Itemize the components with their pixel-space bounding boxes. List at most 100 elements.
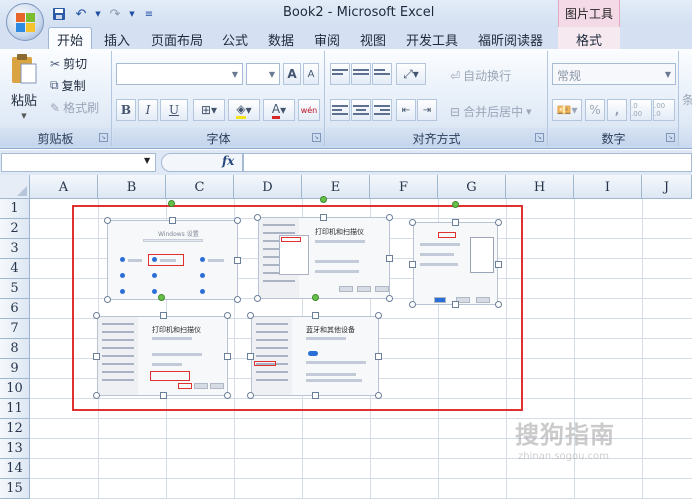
underline-button[interactable]: U bbox=[160, 99, 188, 121]
office-button[interactable] bbox=[6, 3, 44, 41]
resize-handle[interactable] bbox=[247, 312, 254, 319]
tab-developer[interactable]: 开发工具 bbox=[406, 30, 458, 49]
resize-handle[interactable] bbox=[254, 295, 261, 302]
resize-handle[interactable] bbox=[247, 353, 254, 360]
column-header-j[interactable]: J bbox=[642, 175, 692, 199]
accounting-format-button[interactable]: 💴▾ bbox=[552, 99, 582, 121]
row-header-4[interactable]: 4 bbox=[0, 259, 30, 279]
resize-handle[interactable] bbox=[104, 296, 111, 303]
resize-handle[interactable] bbox=[452, 301, 459, 308]
percent-style-button[interactable]: % bbox=[585, 99, 605, 121]
font-name-select[interactable]: ▼ bbox=[116, 63, 243, 85]
align-middle-button[interactable] bbox=[351, 63, 371, 85]
column-header-h[interactable]: H bbox=[506, 175, 574, 199]
row-header-15[interactable]: 15 bbox=[0, 479, 30, 499]
tab-insert[interactable]: 插入 bbox=[104, 30, 130, 49]
align-bottom-button[interactable] bbox=[372, 63, 392, 85]
row-header-2[interactable]: 2 bbox=[0, 219, 30, 239]
cut-button[interactable]: ✂ 剪切 bbox=[50, 55, 87, 72]
merge-center-button[interactable]: ⊟ 合并后居中 ▼ bbox=[450, 103, 531, 120]
paste-button[interactable]: 粘贴 ▼ bbox=[6, 53, 42, 120]
resize-handle[interactable] bbox=[224, 353, 231, 360]
resize-handle[interactable] bbox=[160, 312, 167, 319]
align-left-button[interactable] bbox=[330, 99, 350, 121]
comma-style-button[interactable]: , bbox=[607, 99, 627, 121]
row-header-11[interactable]: 11 bbox=[0, 399, 30, 419]
resize-handle[interactable] bbox=[224, 392, 231, 399]
row-header-1[interactable]: 1 bbox=[0, 199, 30, 219]
tab-view[interactable]: 视图 bbox=[360, 30, 386, 49]
resize-handle[interactable] bbox=[234, 296, 241, 303]
name-box-dropdown-icon[interactable]: ▼ bbox=[144, 156, 150, 165]
increase-indent-button[interactable]: ⇥ bbox=[417, 99, 437, 121]
screenshot-print-dialog[interactable] bbox=[413, 222, 498, 305]
row-header-12[interactable]: 12 bbox=[0, 419, 30, 439]
resize-handle[interactable] bbox=[386, 214, 393, 221]
rotate-handle[interactable] bbox=[168, 200, 175, 207]
column-header-g[interactable]: G bbox=[438, 175, 506, 199]
name-box[interactable] bbox=[1, 153, 156, 172]
resize-handle[interactable] bbox=[254, 214, 261, 221]
grow-font-button[interactable]: A bbox=[283, 63, 301, 85]
rotate-handle[interactable] bbox=[452, 201, 459, 208]
font-size-select[interactable]: ▼ bbox=[246, 63, 280, 85]
row-header-14[interactable]: 14 bbox=[0, 459, 30, 479]
tab-review[interactable]: 审阅 bbox=[314, 30, 340, 49]
format-painter-button[interactable]: ✎ 格式刷 bbox=[50, 99, 99, 116]
column-header-f[interactable]: F bbox=[370, 175, 438, 199]
font-launcher-icon[interactable]: ↘ bbox=[312, 133, 321, 142]
phonetic-guide-button[interactable]: wén bbox=[298, 99, 320, 121]
screenshot-printers-scanners[interactable]: 打印机和扫描仪 bbox=[97, 316, 228, 396]
redo-icon[interactable]: ↷ bbox=[106, 5, 124, 23]
tab-home[interactable]: 开始 bbox=[48, 27, 93, 50]
tab-formulas[interactable]: 公式 bbox=[222, 30, 248, 49]
resize-handle[interactable] bbox=[169, 217, 176, 224]
copy-button[interactable]: ⧉ 复制 bbox=[50, 77, 86, 94]
tab-format[interactable]: 格式 bbox=[558, 27, 620, 49]
decrease-decimal-button[interactable]: .00 .0 bbox=[653, 99, 675, 121]
undo-icon[interactable]: ↶ bbox=[72, 5, 90, 23]
formula-input[interactable] bbox=[243, 153, 692, 172]
resize-handle[interactable] bbox=[495, 301, 502, 308]
rotate-handle[interactable] bbox=[320, 196, 327, 203]
resize-handle[interactable] bbox=[375, 353, 382, 360]
tab-page-layout[interactable]: 页面布局 bbox=[151, 30, 203, 49]
redo-dropdown-icon[interactable]: ▼ bbox=[128, 5, 136, 23]
resize-handle[interactable] bbox=[93, 392, 100, 399]
insert-function-icon[interactable]: fx bbox=[222, 154, 234, 168]
align-right-button[interactable] bbox=[372, 99, 392, 121]
align-top-button[interactable] bbox=[330, 63, 350, 85]
resize-handle[interactable] bbox=[386, 255, 393, 262]
wrap-text-button[interactable]: ⏎ 自动换行 bbox=[450, 67, 511, 84]
save-icon[interactable] bbox=[50, 5, 68, 23]
row-header-9[interactable]: 9 bbox=[0, 359, 30, 379]
resize-handle[interactable] bbox=[247, 392, 254, 399]
row-header-8[interactable]: 8 bbox=[0, 339, 30, 359]
resize-handle[interactable] bbox=[320, 214, 327, 221]
column-header-i[interactable]: I bbox=[574, 175, 642, 199]
resize-handle[interactable] bbox=[93, 353, 100, 360]
resize-handle[interactable] bbox=[375, 312, 382, 319]
resize-handle[interactable] bbox=[234, 217, 241, 224]
row-header-3[interactable]: 3 bbox=[0, 239, 30, 259]
number-launcher-icon[interactable]: ↘ bbox=[666, 133, 675, 142]
number-format-select[interactable]: 常规 ▼ bbox=[552, 63, 676, 85]
align-center-button[interactable] bbox=[351, 99, 371, 121]
screenshot-windows-settings[interactable]: Windows 设置 bbox=[107, 220, 238, 300]
shrink-font-button[interactable]: A bbox=[303, 63, 319, 85]
screenshot-bluetooth-devices[interactable]: 蓝牙和其他设备 bbox=[251, 316, 379, 396]
customize-qat-icon[interactable]: ≡ bbox=[140, 5, 158, 23]
column-header-e[interactable]: E bbox=[302, 175, 370, 199]
resize-handle[interactable] bbox=[386, 295, 393, 302]
alignment-launcher-icon[interactable]: ↘ bbox=[535, 133, 544, 142]
resize-handle[interactable] bbox=[409, 301, 416, 308]
italic-button[interactable]: I bbox=[138, 99, 158, 121]
borders-button[interactable]: ⊞▾ bbox=[193, 99, 225, 121]
resize-handle[interactable] bbox=[452, 219, 459, 226]
row-header-6[interactable]: 6 bbox=[0, 299, 30, 319]
undo-dropdown-icon[interactable]: ▼ bbox=[94, 5, 102, 23]
resize-handle[interactable] bbox=[312, 312, 319, 319]
resize-handle[interactable] bbox=[495, 219, 502, 226]
rotate-handle[interactable] bbox=[158, 294, 165, 301]
resize-handle[interactable] bbox=[93, 312, 100, 319]
